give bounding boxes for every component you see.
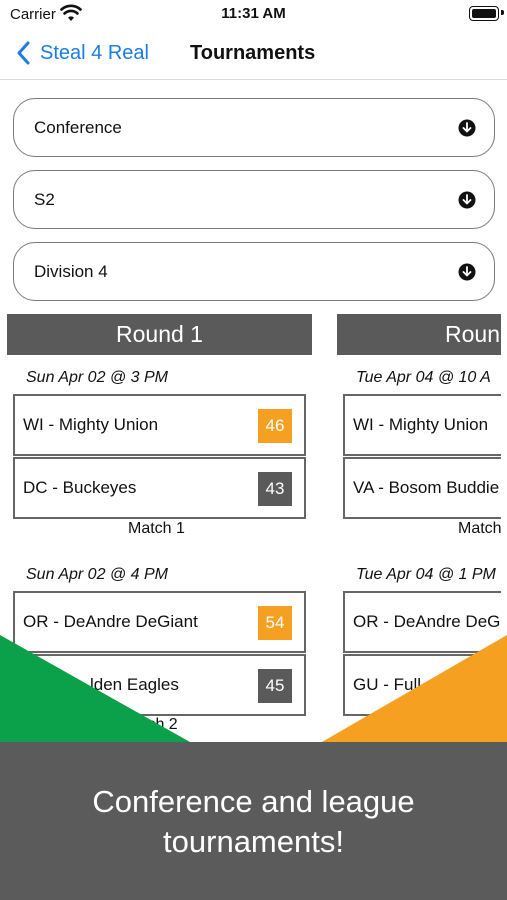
- promo-banner: Conference and league tournaments!: [0, 742, 507, 900]
- team-name: lden Eagles: [90, 675, 179, 694]
- team-slot[interactable]: GU - Full: [343, 654, 501, 716]
- navigation-bar: Steal 4 Real Tournaments: [0, 30, 507, 80]
- battery-tip: [501, 10, 504, 15]
- score-badge-loser: 45: [258, 669, 292, 703]
- match-label: Match: [458, 520, 501, 537]
- team-name: WI - Mighty Union: [23, 415, 159, 434]
- team-name: GU - Full: [353, 675, 421, 694]
- battery-icon: [469, 6, 499, 21]
- round-2-header: Roun: [337, 314, 501, 355]
- promo-text: Conference and league tournaments!: [30, 782, 477, 862]
- arrow-down-circle-icon: [458, 263, 476, 281]
- match-date: Sun Apr 02 @ 4 PM: [26, 566, 168, 583]
- conference-dropdown[interactable]: Conference: [13, 98, 495, 157]
- team-name: VA - Bosom Buddie: [353, 478, 500, 497]
- match-date: Sun Apr 02 @ 3 PM: [26, 369, 168, 386]
- team-name: DC - Buckeyes: [23, 478, 137, 497]
- page-title: Tournaments: [190, 42, 316, 64]
- team-slot[interactable]: DC - Buckeyes 43: [13, 457, 306, 519]
- team-slot[interactable]: WI - Mighty Union: [343, 394, 501, 456]
- match-label: tch 2: [143, 716, 178, 733]
- dropdown-value: Division 4: [34, 262, 108, 281]
- dropdown-value: Conference: [34, 118, 122, 137]
- chevron-left-icon: [17, 41, 30, 65]
- season-dropdown[interactable]: S2: [13, 170, 495, 229]
- arrow-down-circle-icon: [458, 119, 476, 137]
- match-label: Match 1: [128, 520, 185, 537]
- team-slot[interactable]: OR - DeAndre DeG: [343, 591, 501, 653]
- score-badge-loser: 43: [258, 472, 292, 506]
- score-badge-winner: 54: [258, 606, 292, 640]
- round-1-header: Round 1: [7, 314, 312, 355]
- match-date: Tue Apr 04 @ 1 PM: [356, 566, 496, 583]
- team-name: OR - DeAndre DeG: [353, 612, 501, 631]
- team-slot[interactable]: lden Eagles 45: [13, 654, 306, 716]
- arrow-down-circle-icon: [458, 191, 476, 209]
- team-name: WI - Mighty Union: [353, 415, 489, 434]
- team-name: OR - DeAndre DeGiant: [23, 612, 198, 631]
- score-badge-winner: 46: [258, 409, 292, 443]
- back-label: Steal 4 Real: [40, 41, 149, 64]
- match-date: Tue Apr 04 @ 10 A: [356, 369, 491, 386]
- team-slot[interactable]: WI - Mighty Union 46: [13, 394, 306, 456]
- back-button[interactable]: Steal 4 Real: [14, 38, 149, 68]
- team-slot[interactable]: OR - DeAndre DeGiant 54: [13, 591, 306, 653]
- dropdown-value: S2: [34, 190, 55, 209]
- team-slot[interactable]: VA - Bosom Buddie: [343, 457, 501, 519]
- status-bar: Carrier 11:31 AM: [0, 0, 507, 30]
- division-dropdown[interactable]: Division 4: [13, 242, 495, 301]
- clock: 11:31 AM: [221, 5, 286, 22]
- promo-line-2: tournaments!: [163, 824, 344, 859]
- promo-line-1: Conference and league: [92, 784, 415, 819]
